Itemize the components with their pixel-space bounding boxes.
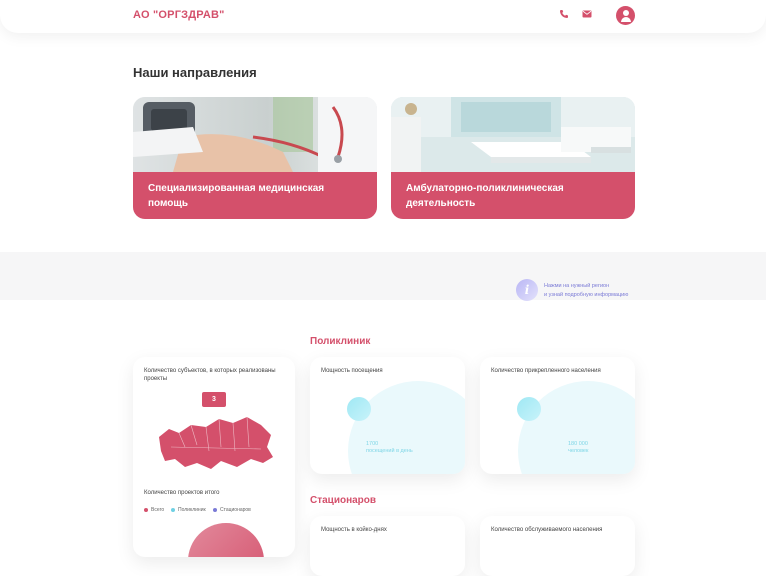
- decorative-circle: [348, 381, 465, 474]
- attached-population-value: 180 000 человек: [568, 441, 589, 454]
- phone-icon[interactable]: [557, 9, 571, 23]
- totals-donut: [188, 523, 264, 557]
- direction-card-specialized-care[interactable]: Специализированная медицинская помощь: [133, 97, 377, 219]
- hospitals-title: Стационаров: [310, 495, 377, 506]
- polyclinics-title: Поликлиник: [310, 336, 371, 347]
- attached-population-card: Количество прикрепленного населения 180 …: [480, 357, 635, 474]
- top-header: АО "ОРГЗДРАВ": [0, 0, 766, 33]
- visit-capacity-title: Мощность посещения: [321, 368, 383, 374]
- region-hint-line2: и узнай подробную информацию: [544, 292, 629, 298]
- region-hint-line1: Нажми на нужный регион: [544, 283, 610, 289]
- direction-card-band: Специализированная медицинская помощь: [133, 172, 377, 219]
- decorative-dot: [517, 397, 541, 421]
- hospital-ward-photo: [391, 97, 635, 172]
- served-population-card: Количество обслуживаемого населения: [480, 516, 635, 576]
- info-icon: i: [516, 279, 538, 301]
- visit-capacity-value: 1700 посещений в день: [366, 441, 413, 454]
- legend-total: Всего: [144, 507, 164, 514]
- decorative-circle: [518, 381, 635, 474]
- blood-pressure-photo: [133, 97, 377, 172]
- direction-card-band: Амбулаторно-поликлиническая деятельность: [391, 172, 635, 219]
- user-avatar-icon[interactable]: [616, 6, 635, 25]
- direction-card-label: Амбулаторно-поликлиническая деятельность: [406, 183, 564, 209]
- visit-capacity-card: Мощность посещения 1700 посещений в день: [310, 357, 465, 474]
- served-population-title: Количество обслуживаемого населения: [491, 527, 603, 533]
- legend-hospitals: Стационаров: [213, 507, 251, 514]
- direction-card-label: Специализированная медицинская помощь: [148, 183, 325, 209]
- bed-capacity-card: Мощность в койко-днях: [310, 516, 465, 576]
- regions-card: Количество субъектов, в которых реализов…: [133, 357, 295, 557]
- russia-map[interactable]: [151, 407, 281, 477]
- region-map-area: [0, 252, 766, 300]
- legend-polyclinics: Поликлиник: [171, 507, 206, 514]
- totals-title: Количество проектов итого: [144, 490, 220, 496]
- direction-card-outpatient[interactable]: Амбулаторно-поликлиническая деятельность: [391, 97, 635, 219]
- attached-population-title: Количество прикрепленного населения: [491, 368, 601, 374]
- decorative-dot: [347, 397, 371, 421]
- directions-title: Наши направления: [133, 65, 257, 80]
- mail-icon[interactable]: [580, 9, 594, 23]
- regions-count-badge: 3: [202, 392, 226, 407]
- region-hint: Нажми на нужный регион и узнай подробную…: [544, 282, 644, 300]
- bed-capacity-title: Мощность в койко-днях: [321, 527, 387, 533]
- company-logo[interactable]: АО "ОРГЗДРАВ": [133, 9, 225, 21]
- regions-card-title: Количество субъектов, в которых реализов…: [144, 368, 276, 382]
